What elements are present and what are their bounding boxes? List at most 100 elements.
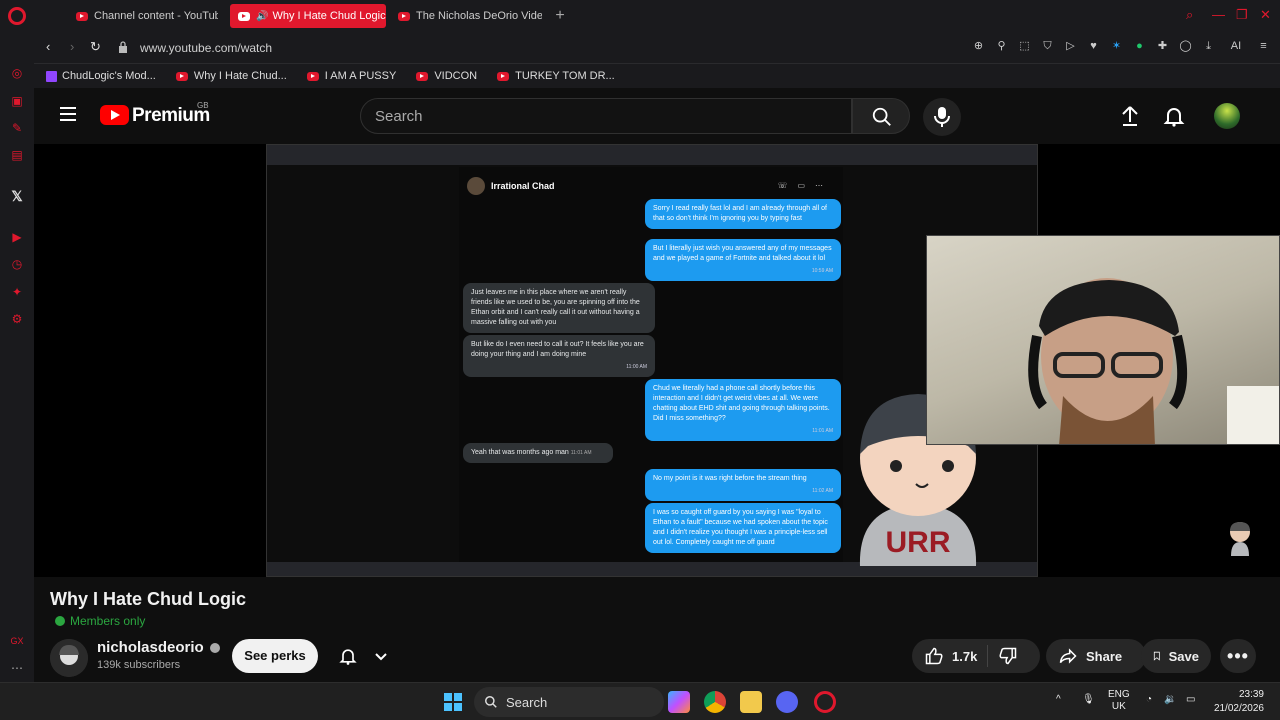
grammar-extension-icon[interactable]: ● (1133, 40, 1146, 53)
menu-icon[interactable]: ≡ (1257, 40, 1270, 53)
keyboard-layout: UK (1111, 701, 1126, 712)
download-icon[interactable]: ⤓ (1202, 40, 1215, 53)
wifi-icon[interactable]: ◔ (1146, 694, 1152, 706)
language-code: ENG (1108, 689, 1130, 700)
share-label: Share (1086, 648, 1123, 664)
x-icon[interactable]: 𝕏 (10, 189, 24, 203)
chrome-app-icon[interactable] (704, 691, 726, 713)
voice-search-button[interactable] (923, 98, 961, 136)
pin-icon[interactable]: ⚲ (995, 40, 1008, 53)
settings-icon[interactable]: ⚙ (10, 312, 24, 326)
search-input[interactable] (361, 99, 821, 133)
shield-icon[interactable]: ⛉ (1041, 40, 1054, 53)
forward-icon[interactable]: › (70, 39, 74, 54)
speaker-icon[interactable]: 🔊 (256, 11, 268, 22)
ai-icon[interactable]: AI (1225, 40, 1247, 53)
edit-icon[interactable]: ✎ (10, 121, 24, 135)
battery-icon[interactable]: ▭ (1186, 694, 1195, 706)
youtube-favicon-icon (238, 11, 250, 21)
workspace-icon[interactable]: ▣ (10, 94, 24, 108)
gx-icon[interactable]: GX (10, 634, 24, 648)
copilot-app-icon[interactable] (668, 691, 690, 713)
channel-watermark-icon[interactable] (1227, 520, 1253, 556)
discord-app-icon[interactable] (776, 691, 798, 713)
maximize-icon[interactable]: ❐ (1236, 7, 1248, 23)
language-indicator[interactable]: ENG UK (1108, 689, 1130, 713)
taskbar-search[interactable]: Search (474, 687, 664, 717)
sidebar-more-icon[interactable]: ⋯ (10, 661, 24, 675)
tab-label: The Nicholas DeOrio Video (416, 10, 542, 22)
tray-mic-icon[interactable]: 🎙 (1082, 694, 1095, 706)
reload-icon[interactable]: ↻ (90, 39, 101, 55)
bookmark-chudlogic-mod[interactable]: ChudLogic's Mod... (46, 70, 156, 82)
tray-overflow-icon[interactable]: ^ (1056, 694, 1061, 706)
dm-message: No my point is it was right before the s… (645, 469, 841, 501)
tab-channel-content[interactable]: Channel content - YouTube (68, 4, 218, 28)
dislike-icon[interactable] (998, 646, 1018, 666)
tab-why-i-hate-chud-logic[interactable]: 🔊 Why I Hate Chud Logic (230, 4, 386, 28)
windows-start-icon[interactable] (444, 693, 462, 711)
message-text: I was so caught off guard by you saying … (653, 509, 828, 546)
account-avatar[interactable] (1214, 103, 1240, 129)
extensions-icon[interactable]: ✦ (10, 285, 24, 299)
dm-contact-avatar (467, 177, 485, 195)
opera-gx-app-icon[interactable] (814, 691, 836, 713)
search-box (360, 98, 852, 134)
save-button[interactable]: Save (1141, 639, 1211, 673)
translate-extension-icon[interactable]: ✶ (1110, 40, 1123, 53)
youtube-favicon-icon (76, 11, 88, 21)
message-text: Chud we literally had a phone call short… (653, 385, 830, 422)
like-icon[interactable] (924, 646, 944, 666)
system-clock[interactable]: 23:39 21/02/2026 (1214, 688, 1264, 716)
opera-sidebar: ◎ ▣ ✎ ▤ 𝕏 ▶ ◷ ✦ ⚙ GX ⋯ (0, 0, 34, 682)
snapshot-icon[interactable]: ⬚ (1018, 40, 1031, 53)
history-icon[interactable]: ◷ (10, 257, 24, 271)
opera-logo-icon[interactable] (8, 7, 26, 25)
back-icon[interactable]: ‹ (46, 39, 50, 54)
puzzle-icon[interactable]: ✚ (1156, 40, 1169, 53)
dm-message: Yeah that was months ago man 11:01 AM (463, 443, 613, 463)
url-field[interactable]: www.youtube.com/watch (140, 41, 272, 55)
heart-icon[interactable]: ♥ (1087, 40, 1100, 53)
upload-icon[interactable] (1118, 104, 1142, 128)
send-icon[interactable]: ▷ (1064, 40, 1077, 53)
search-tabs-icon[interactable]: ⌕ (1186, 7, 1193, 23)
bookmark-label: TURKEY TOM DR... (515, 70, 615, 82)
minimize-icon[interactable]: — (1212, 7, 1225, 22)
notifications-bell-icon[interactable] (1162, 104, 1186, 128)
lock-icon[interactable] (118, 41, 128, 53)
tab-label: Why I Hate Chud Logic (272, 10, 386, 22)
channel-name-link[interactable]: nicholasdeorio (97, 639, 220, 656)
tab-nicholas-deorio-video[interactable]: The Nicholas DeOrio Video (390, 4, 542, 28)
guide-menu-icon[interactable] (60, 107, 76, 121)
search-button[interactable] (852, 98, 910, 134)
notification-settings-button[interactable] (330, 639, 396, 673)
bookmark-why-i-hate-chud[interactable]: Why I Hate Chud... (175, 70, 287, 82)
like-dislike-group: 1.7k (912, 639, 1040, 673)
bookmark-vidcon[interactable]: VIDCON (416, 70, 477, 82)
message-time: 11:01 AM (570, 450, 592, 456)
like-count[interactable]: 1.7k (952, 649, 977, 664)
new-tab-button[interactable]: + (550, 6, 570, 26)
dm-contact-name: Irrational Chad (491, 181, 555, 191)
bookmark-turkey-tom[interactable]: TURKEY TOM DR... (497, 70, 615, 82)
youtube-logo-icon[interactable] (100, 105, 129, 125)
zoom-icon[interactable]: ⊕ (972, 40, 985, 53)
dm-message: Just leaves me in this place where we ar… (463, 283, 655, 333)
channel-avatar[interactable] (50, 639, 88, 677)
video-player[interactable]: Irrational Chad ☏▭⋯ Sorry I read really … (34, 144, 1280, 577)
volume-icon[interactable]: 🔉 (1164, 694, 1176, 706)
more-actions-button[interactable]: ••• (1220, 639, 1256, 673)
profile-icon[interactable]: ◯ (1179, 40, 1192, 53)
mascot-shirt-text: URR (886, 526, 951, 559)
subscriber-count: 139k subscribers (97, 659, 181, 671)
file-explorer-icon[interactable] (740, 691, 762, 713)
aria-icon[interactable]: ◎ (10, 66, 24, 80)
bookmark-i-am-a-pussy[interactable]: I AM A PUSSY (306, 70, 396, 82)
messenger-icon[interactable]: ▤ (10, 148, 24, 162)
share-button[interactable]: Share (1046, 639, 1146, 673)
player-icon[interactable]: ▶ (10, 230, 24, 244)
see-perks-button[interactable]: See perks (232, 639, 318, 673)
close-window-icon[interactable]: ✕ (1260, 7, 1271, 23)
region-code: GB (197, 101, 209, 110)
